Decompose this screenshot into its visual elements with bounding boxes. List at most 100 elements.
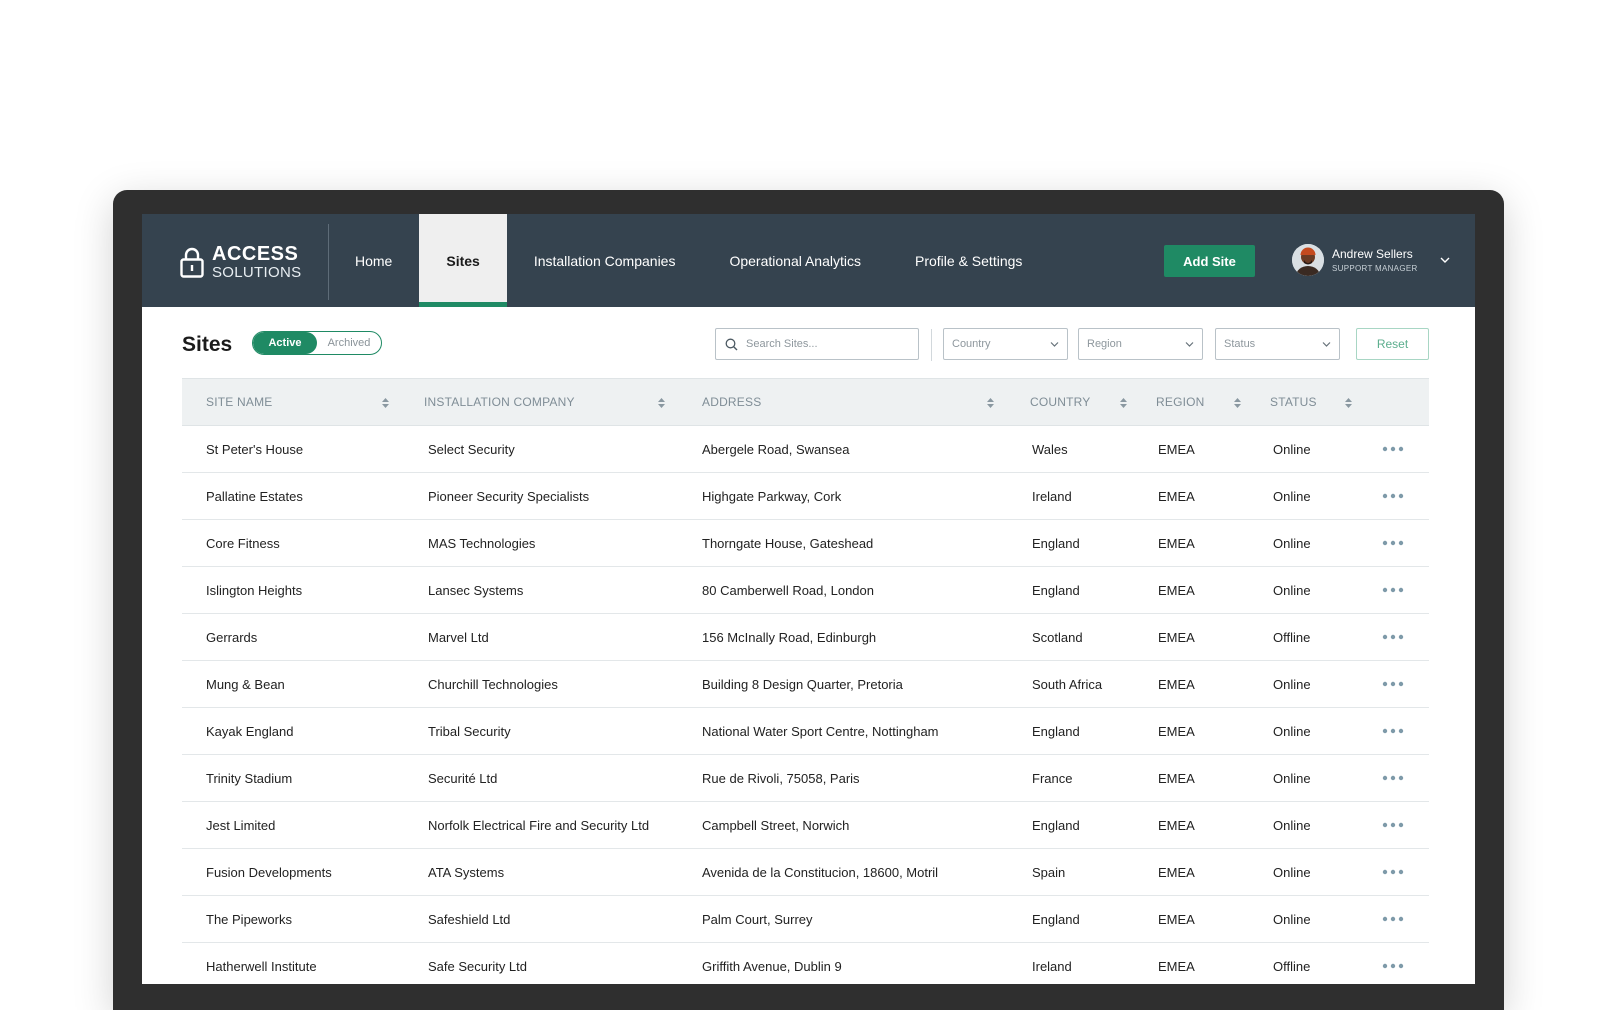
search-input[interactable] [744, 337, 908, 351]
cell-site-name: Trinity Stadium [206, 770, 293, 786]
more-options-icon[interactable] [1382, 534, 1404, 552]
table-row[interactable]: Core Fitness MAS Technologies Thorngate Ho… [182, 520, 1429, 567]
cell-installation-company: ATA Systems [428, 864, 505, 880]
more-options-icon[interactable] [1382, 910, 1404, 928]
status-filter-label: Status [1224, 338, 1256, 350]
sites-table: SITE NAME INSTALLATION COMPANY ADDRESS C… [182, 378, 1429, 984]
cell-country: Ireland [1032, 488, 1072, 504]
cell-site-name: Gerrards [206, 629, 258, 645]
table-row[interactable]: Kayak England Tribal Security National Wat… [182, 708, 1429, 755]
cell-installation-company: Norfolk Electrical Fire and Security Ltd [428, 817, 650, 833]
cell-country: Spain [1032, 864, 1066, 880]
sort-icon[interactable] [1345, 398, 1352, 408]
cell-country: England [1032, 911, 1080, 927]
cell-status: Online [1273, 441, 1311, 457]
cell-status: Online [1273, 582, 1311, 598]
country-filter-label: Country [952, 338, 991, 350]
page-title: Sites [182, 333, 233, 356]
more-options-icon[interactable] [1382, 440, 1404, 458]
more-options-icon[interactable] [1382, 957, 1404, 975]
table-row[interactable]: Islington Heights Lansec Systems 80 Camber… [182, 567, 1429, 614]
nav-item-operational-analytics[interactable]: Operational Analytics [702, 214, 888, 307]
cell-region: EMEA [1158, 770, 1195, 786]
cell-status: Online [1273, 488, 1311, 504]
table-row[interactable]: Pallatine Estates Pioneer Security Specia… [182, 473, 1429, 520]
table-row[interactable]: Fusion Developments ATA Systems Avenida de… [182, 849, 1429, 896]
sort-icon[interactable] [987, 398, 994, 408]
cell-address: Campbell Street, Norwich [702, 817, 850, 833]
table-row[interactable]: St Peter's House Select Security Abergele … [182, 426, 1429, 473]
avatar [1292, 244, 1324, 276]
cell-installation-company: Lansec Systems [428, 582, 524, 598]
column-header-site-name[interactable]: SITE NAME [206, 379, 272, 425]
add-site-button[interactable]: Add Site [1164, 245, 1255, 277]
country-filter[interactable]: Country [943, 328, 1068, 360]
sort-icon[interactable] [382, 398, 389, 408]
column-header-status[interactable]: STATUS [1270, 379, 1317, 425]
sort-icon[interactable] [658, 398, 665, 408]
cell-region: EMEA [1158, 958, 1195, 974]
more-options-icon[interactable] [1382, 769, 1404, 787]
column-header-installation-company[interactable]: INSTALLATION COMPANY [424, 379, 575, 425]
cell-address: 80 Camberwell Road, London [702, 582, 874, 598]
status-filter[interactable]: Status [1215, 328, 1340, 360]
cell-status: Online [1273, 723, 1311, 739]
table-row[interactable]: Hatherwell Institute Safe Security Ltd Gri… [182, 943, 1429, 984]
nav-menu: Home Sites Installation Companies Operat… [328, 214, 1049, 307]
more-options-icon[interactable] [1382, 628, 1404, 646]
cell-country: Wales [1032, 441, 1068, 457]
toggle-active[interactable]: Active [253, 332, 317, 354]
cell-address: Avenida de la Constitucion, 18600, Motri… [702, 864, 939, 880]
cell-region: EMEA [1158, 723, 1195, 739]
user-role: SUPPORT MANAGER [1332, 264, 1418, 273]
nav-item-installation-companies[interactable]: Installation Companies [507, 214, 703, 307]
cell-status: Offline [1273, 629, 1311, 645]
more-options-icon[interactable] [1382, 722, 1404, 740]
table-row[interactable]: The Pipeworks Safeshield Ltd Palm Court, S… [182, 896, 1429, 943]
cell-region: EMEA [1158, 488, 1195, 504]
more-options-icon[interactable] [1382, 487, 1404, 505]
toggle-archived[interactable]: Archived [317, 332, 381, 354]
cell-region: EMEA [1158, 535, 1195, 551]
nav-item-sites[interactable]: Sites [419, 214, 507, 307]
column-header-address[interactable]: ADDRESS [702, 379, 761, 425]
nav-item-profile-settings[interactable]: Profile & Settings [888, 214, 1049, 307]
cell-installation-company: Select Security [428, 441, 515, 457]
cell-region: EMEA [1158, 629, 1195, 645]
cell-address: Rue de Rivoli, 75058, Paris [702, 770, 860, 786]
cell-installation-company: Pioneer Security Specialists [428, 488, 590, 504]
cell-region: EMEA [1158, 911, 1195, 927]
chevron-down-icon [1050, 342, 1059, 347]
cell-address: Thorngate House, Gateshead [702, 535, 874, 551]
chevron-down-icon[interactable] [1440, 257, 1450, 263]
brand-logo[interactable]: ACCESS SOLUTIONS [180, 242, 301, 282]
column-header-region[interactable]: REGION [1156, 379, 1205, 425]
table-row[interactable]: Mung & Bean Churchill Technologies Buildin… [182, 661, 1429, 708]
more-options-icon[interactable] [1382, 675, 1404, 693]
table-row[interactable]: Gerrards Marvel Ltd 156 McInally Road, Edi… [182, 614, 1429, 661]
more-options-icon[interactable] [1382, 863, 1404, 881]
more-options-icon[interactable] [1382, 816, 1404, 834]
nav-item-home[interactable]: Home [328, 214, 419, 307]
region-filter[interactable]: Region [1078, 328, 1203, 360]
table-row[interactable]: Trinity Stadium Securité Ltd Rue de Rivoli… [182, 755, 1429, 802]
sort-icon[interactable] [1120, 398, 1127, 408]
more-options-icon[interactable] [1382, 581, 1404, 599]
cell-address: Building 8 Design Quarter, Pretoria [702, 676, 903, 692]
user-menu[interactable]: Andrew Sellers SUPPORT MANAGER [1292, 244, 1450, 276]
padlock-icon [180, 247, 204, 278]
cell-country: France [1032, 770, 1073, 786]
active-archived-toggle: Active Archived [252, 331, 382, 355]
table-row[interactable]: Jest Limited Norfolk Electrical Fire and … [182, 802, 1429, 849]
table-header: SITE NAME INSTALLATION COMPANY ADDRESS C… [182, 378, 1429, 426]
sort-icon[interactable] [1234, 398, 1241, 408]
cell-status: Online [1273, 535, 1311, 551]
search-box [715, 328, 919, 360]
cell-address: Griffith Avenue, Dublin 9 [702, 958, 842, 974]
column-header-country[interactable]: COUNTRY [1030, 379, 1091, 425]
cell-site-name: Islington Heights [206, 582, 303, 598]
user-name: Andrew Sellers [1332, 247, 1413, 261]
cell-status: Offline [1273, 958, 1311, 974]
reset-button[interactable]: Reset [1356, 328, 1429, 360]
cell-site-name: Kayak England [206, 723, 294, 739]
